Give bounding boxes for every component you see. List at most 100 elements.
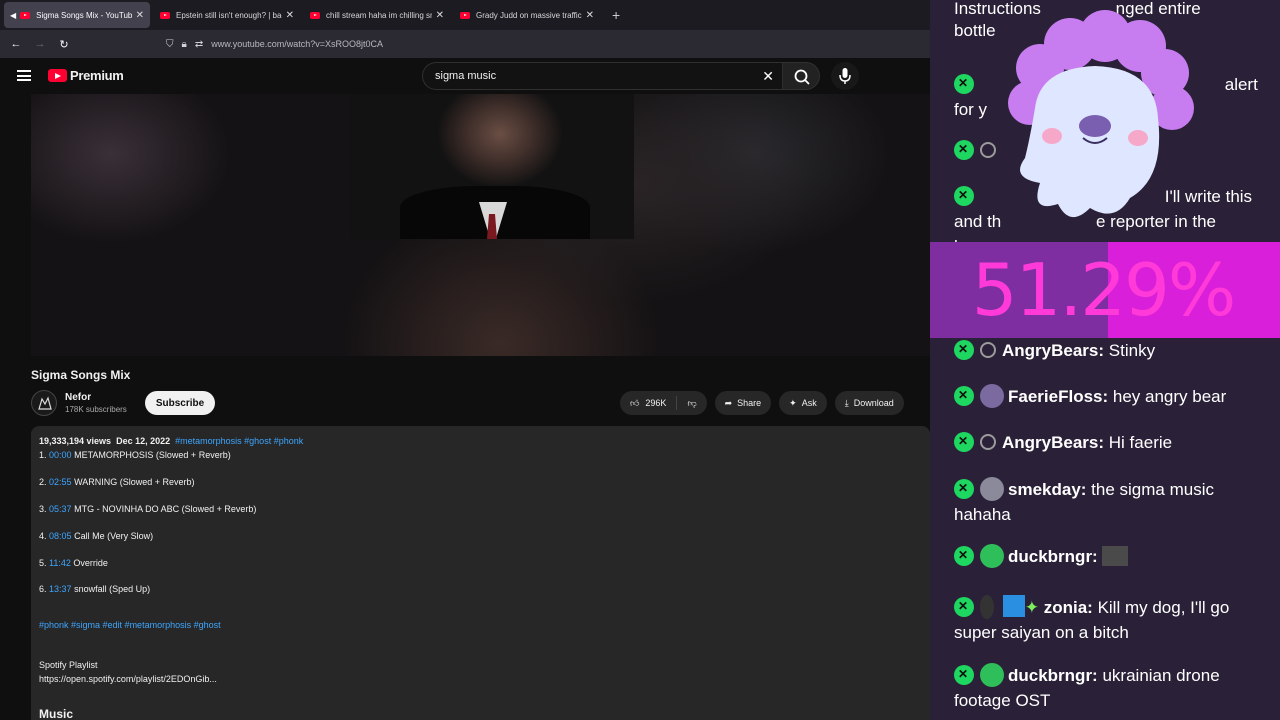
track-title: METAMORPHOSIS (Slowed + Reverb) xyxy=(74,450,231,460)
tracklist-item: 5. 11:42 Override xyxy=(39,558,108,568)
avatar xyxy=(980,544,1004,568)
microphone-icon xyxy=(839,68,851,84)
tracklist-item: 6. 13:37 snowfall (Sped Up) xyxy=(39,584,150,594)
chat-username: smekday: xyxy=(1008,480,1087,499)
description-box[interactable]: 19,333,194 views Dec 12, 2022 #metamorph… xyxy=(31,426,930,720)
timestamp-link[interactable]: 02:55 xyxy=(49,477,72,487)
youtube-favicon-icon xyxy=(160,11,170,19)
percentage-meter: 51.29% xyxy=(930,242,1280,338)
tab-close-icon[interactable]: ✕ xyxy=(436,10,444,21)
search-icon xyxy=(794,69,810,85)
video-player[interactable] xyxy=(31,94,930,356)
channel-avatar[interactable] xyxy=(31,390,57,416)
track-number: 2. xyxy=(39,477,47,487)
timestamp-link[interactable]: 08:05 xyxy=(49,531,72,541)
tracklist-item: 3. 05:37 MTG - NOVINHA DO ABC (Slowed + … xyxy=(39,504,256,514)
spotify-link[interactable]: https://open.spotify.com/playlist/2EDOnG… xyxy=(39,674,217,684)
track-title: Call Me (Very Slow) xyxy=(74,531,154,541)
permissions-icon[interactable]: ⇄ xyxy=(195,39,203,50)
timestamp-link[interactable]: 00:00 xyxy=(49,450,72,460)
reload-icon[interactable]: ↻ xyxy=(52,38,76,51)
chat-message: FaerieFloss: hey angry bear xyxy=(954,383,1274,409)
youtube-play-icon xyxy=(48,69,67,82)
tab-close-icon[interactable]: ✕ xyxy=(586,10,594,21)
share-button[interactable]: ➦ Share xyxy=(714,391,772,415)
thumbs-up-icon: 👍︎ xyxy=(630,397,640,408)
search-query[interactable]: sigma music xyxy=(435,70,496,82)
youtube-premium-logo[interactable]: Premium xyxy=(48,68,124,83)
timestamp-link[interactable]: 05:37 xyxy=(49,504,72,514)
video-actions: 👍︎ 296K 👎︎ ➦ Share ✦ Ask ⤓ Download xyxy=(620,391,904,415)
shield-icon[interactable]: ⛉ xyxy=(166,39,174,50)
new-tab-icon[interactable]: + xyxy=(612,7,620,23)
tracklist-item: 4. 08:05 Call Me (Very Slow) xyxy=(39,531,153,541)
chat-username: duckbrngr: xyxy=(1008,547,1098,566)
channel-name[interactable]: Nefor xyxy=(65,392,127,403)
mod-badge-icon xyxy=(954,543,974,568)
mod-badge-icon xyxy=(954,337,974,362)
mod-badge-icon xyxy=(954,594,974,619)
speaker-icon[interactable]: ◀ xyxy=(10,11,16,20)
mod-badge-icon xyxy=(954,429,974,454)
tab-close-icon[interactable]: ✕ xyxy=(136,10,144,21)
url-text[interactable]: www.youtube.com/watch?v=XsROO8jt0CA xyxy=(211,39,383,49)
chat-message: AngryBears: Stinky xyxy=(954,337,1274,363)
description-meta: 19,333,194 views Dec 12, 2022 #metamorph… xyxy=(39,436,922,446)
ghost-mascot-icon xyxy=(1008,10,1194,218)
tab-epstein[interactable]: Epstein still isn't enough? | back ✕ xyxy=(154,2,300,28)
back-arrow-icon[interactable]: ← xyxy=(4,38,28,50)
subscriber-count: 178K subscribers xyxy=(65,405,127,414)
stream-chat-overlay: Instructions nged entire bottle alert fo… xyxy=(930,0,1280,720)
forward-arrow-icon[interactable]: → xyxy=(28,38,52,50)
track-title: MTG - NOVINHA DO ABC (Slowed + Reverb) xyxy=(74,504,257,514)
mod-badge-icon xyxy=(954,383,974,408)
chat-message: duckbrngr: xyxy=(954,543,1274,569)
video-owner: Nefor 178K subscribers Subscribe xyxy=(31,390,216,416)
chat-fragment: alert xyxy=(1224,75,1258,94)
track-title: snowfall (Sped Up) xyxy=(74,584,151,594)
lock-icon[interactable]: 🔒︎ xyxy=(182,39,187,50)
tab-bar: ◀ Sigma Songs Mix - YouTube ✕ Epstein st… xyxy=(0,0,930,30)
ask-button[interactable]: ✦ Ask xyxy=(779,391,827,415)
tab-chill-stream[interactable]: chill stream haha im chilling sm ✕ xyxy=(304,2,450,28)
like-dislike-group: 👍︎ 296K 👎︎ xyxy=(620,391,707,415)
search-button[interactable] xyxy=(782,62,820,90)
share-arrow-icon: ➦ xyxy=(724,397,733,408)
chat-message: smekday: the sigma music hahaha xyxy=(954,476,1274,527)
tab-grady-judd[interactable]: Grady Judd on massive trafficki ✕ xyxy=(454,2,600,28)
mod-badge-icon xyxy=(954,662,974,687)
share-label: Share xyxy=(737,398,762,408)
tab-title: Epstein still isn't enough? | back xyxy=(176,10,282,20)
header-hashtags[interactable]: #metamorphosis #ghost #phonk xyxy=(175,436,303,446)
tracklist-item: 1. 00:00 METAMORPHOSIS (Slowed + Reverb) xyxy=(39,450,231,460)
chat-message: duckbrngr: ukrainian drone footage OST xyxy=(954,662,1274,713)
sparkle-icon: ✦ xyxy=(789,397,797,408)
chat-username: duckbrngr: xyxy=(1008,666,1098,685)
tab-sigma-songs[interactable]: ◀ Sigma Songs Mix - YouTube ✕ xyxy=(4,2,150,28)
description-hashtags[interactable]: #phonk #sigma #edit #metamorphosis #ghos… xyxy=(39,620,221,630)
like-button[interactable]: 👍︎ 296K xyxy=(620,396,678,410)
search-input[interactable]: sigma music ✕ xyxy=(422,62,782,90)
tab-close-icon[interactable]: ✕ xyxy=(286,10,294,21)
mod-badge-icon xyxy=(954,183,974,208)
subscribe-button[interactable]: Subscribe xyxy=(144,391,216,415)
timestamp-link[interactable]: 11:42 xyxy=(49,558,71,568)
download-icon: ⤓ xyxy=(844,397,849,408)
dislike-button[interactable]: 👎︎ xyxy=(677,398,706,409)
clear-search-icon[interactable]: ✕ xyxy=(762,68,774,85)
timestamp-link[interactable]: 13:37 xyxy=(49,584,72,594)
hamburger-menu-icon[interactable] xyxy=(17,70,31,81)
percentage-value: 51.29% xyxy=(971,248,1237,332)
youtube-favicon-icon xyxy=(460,11,470,19)
channel-info: Nefor 178K subscribers xyxy=(65,392,127,414)
voice-search-button[interactable] xyxy=(831,62,859,90)
youtube-favicon-icon xyxy=(20,11,31,19)
masthead: Premium sigma music ✕ xyxy=(0,58,930,94)
ask-label: Ask xyxy=(801,398,817,408)
url-bar[interactable]: ⛉ 🔒︎ ⇄ www.youtube.com/watch?v=XsROO8jt0… xyxy=(166,39,383,50)
mod-badge-icon xyxy=(954,476,974,501)
download-button[interactable]: ⤓ Download xyxy=(834,391,904,415)
view-count: 19,333,194 views xyxy=(39,436,112,446)
track-number: 4. xyxy=(39,531,47,541)
chat-username: FaerieFloss: xyxy=(1008,387,1109,406)
